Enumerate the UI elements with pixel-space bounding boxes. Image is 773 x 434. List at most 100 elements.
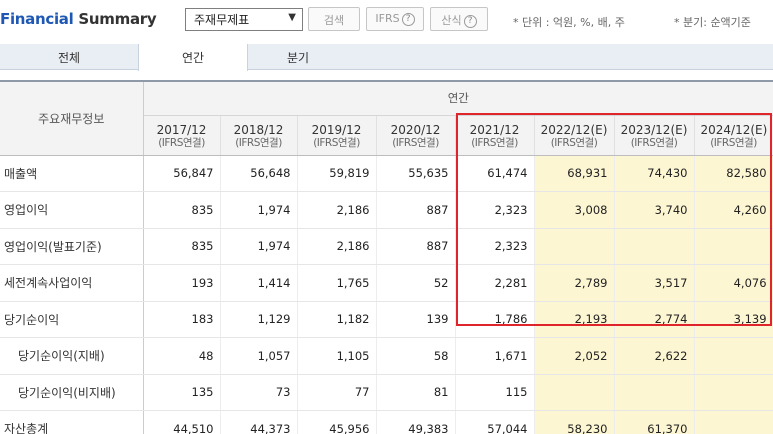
tab-all[interactable]: 전체: [0, 44, 138, 70]
column-basis: (IFRS연결): [158, 137, 205, 149]
row-label[interactable]: 매출액: [0, 155, 144, 192]
quarter-basis-note: * 분기: 순액기준: [674, 16, 751, 29]
column-year: 2023/12(E): [620, 123, 688, 137]
table-cell: [694, 337, 773, 375]
table-cell: [534, 374, 615, 411]
table-cell: 1,414: [220, 264, 298, 302]
table-row: 매출액 56,847 56,648 59,819 55,635 61,474 68,931 7…: [0, 155, 773, 192]
ifrs-help-button[interactable]: IFRS?: [366, 7, 424, 31]
table-cell: 1,765: [297, 264, 377, 302]
top-bar: Financial Summary 주재무제표 ▼ 검색 IFRS? 산식? *…: [0, 0, 773, 40]
table-cell: 68,931: [534, 155, 615, 192]
report-type-select[interactable]: 주재무제표 ▼: [185, 8, 303, 31]
financial-summary-table: 주요재무정보 연간 2017/12 (IFRS연결) 2018/12 (IFRS연결)…: [0, 80, 773, 434]
column-basis: (IFRS연결): [235, 137, 282, 149]
table-cell: 1,974: [220, 191, 298, 229]
table-cell: 52: [376, 264, 456, 302]
table-cell: 3,139: [694, 300, 773, 338]
row-label: 당기순이익(지배): [0, 337, 144, 375]
table-row: 영업이익 835 1,974 2,186 887 2,323 3,008 3,740 4,260: [0, 191, 773, 229]
search-button[interactable]: 검색: [308, 7, 360, 31]
table-cell: 44,510: [143, 410, 221, 434]
table-cell: 1,105: [297, 337, 377, 375]
table-cell: [534, 228, 615, 265]
table-cell: 115: [455, 374, 535, 411]
table-cell: [694, 228, 773, 265]
table-cell: 61,370: [614, 410, 695, 434]
tab-quarter[interactable]: 분기: [248, 44, 348, 70]
table-cell: 2,323: [455, 191, 535, 229]
column-year: 2024/12(E): [700, 123, 768, 137]
table-cell: 139: [376, 300, 456, 338]
row-label[interactable]: 자산총계: [0, 410, 144, 434]
table-cell: 58: [376, 337, 456, 375]
table-cell: 73: [220, 374, 298, 411]
column-year: 2021/12: [469, 123, 520, 137]
table-cell: 58,230: [534, 410, 615, 434]
table-cell: 81: [376, 374, 456, 411]
table-cell: 49,383: [376, 410, 456, 434]
report-type-value: 주재무제표: [194, 13, 250, 27]
column-year: 2020/12: [390, 123, 441, 137]
table-cell: 1,182: [297, 300, 377, 338]
table-cell: 48: [143, 337, 221, 375]
column-header: 2019/12 (IFRS연결): [297, 115, 377, 156]
column-year: 2019/12: [311, 123, 362, 137]
table-cell: 2,323: [455, 228, 535, 265]
title-rest: Summary: [78, 10, 157, 28]
column-header: 2021/12 (IFRS연결): [455, 115, 535, 156]
table-cell: 2,281: [455, 264, 535, 302]
column-basis: (IFRS연결): [313, 137, 360, 149]
table-cell: 2,052: [534, 337, 615, 375]
table-cell: 4,260: [694, 191, 773, 229]
search-button-label: 검색: [323, 14, 345, 27]
column-header: 2023/12(E) (IFRS연결): [614, 115, 695, 156]
column-header: 2022/12(E) (IFRS연결): [534, 115, 615, 156]
table-cell: 55,635: [376, 155, 456, 192]
column-header: 2024/12(E) (IFRS연결): [694, 115, 773, 156]
tab-annual[interactable]: 연간: [138, 44, 248, 71]
table-row: 세전계속사업이익 193 1,414 1,765 52 2,281 2,789 3,517 4,…: [0, 264, 773, 302]
table-cell: 1,129: [220, 300, 298, 338]
table-cell: 4,076: [694, 264, 773, 302]
period-tabs: 전체 연간 분기: [0, 44, 773, 71]
column-header: 2018/12 (IFRS연결): [220, 115, 298, 156]
column-year: 2018/12: [233, 123, 284, 137]
table-cell: 44,373: [220, 410, 298, 434]
column-header: 2020/12 (IFRS연결): [376, 115, 456, 156]
table-cell: 56,847: [143, 155, 221, 192]
table-cell: 61,474: [455, 155, 535, 192]
table-cell: [614, 374, 695, 411]
row-label[interactable]: 세전계속사업이익: [0, 264, 144, 302]
column-basis: (IFRS연결): [471, 137, 518, 149]
table-cell: 1,057: [220, 337, 298, 375]
help-icon: ?: [463, 15, 477, 28]
table-cell: 835: [143, 228, 221, 265]
table-cell: 135: [143, 374, 221, 411]
column-header: 2017/12 (IFRS연결): [143, 115, 221, 156]
table-cell: 59,819: [297, 155, 377, 192]
table-cell: 3,008: [534, 191, 615, 229]
annual-group-header: 연간: [143, 80, 773, 116]
unit-note: * 단위 : 억원, %, 배, 주: [513, 16, 625, 29]
formula-help-button[interactable]: 산식?: [430, 7, 488, 31]
table-cell: 56,648: [220, 155, 298, 192]
row-label[interactable]: 영업이익(발표기준): [0, 228, 144, 265]
table-cell: 3,740: [614, 191, 695, 229]
table-row: 당기순이익(지배) 48 1,057 1,105 58 1,671 2,052 2,622: [0, 337, 773, 375]
table-cell: 1,671: [455, 337, 535, 375]
row-label: 당기순이익(비지배): [0, 374, 144, 411]
column-year: 2022/12(E): [540, 123, 608, 137]
table-cell: [614, 228, 695, 265]
table-cell: 2,622: [614, 337, 695, 375]
table-cell: 2,193: [534, 300, 615, 338]
table-cell: 887: [376, 228, 456, 265]
table-cell: [694, 410, 773, 434]
table-cell: 77: [297, 374, 377, 411]
row-label[interactable]: 당기순이익: [0, 300, 144, 338]
table-cell: 2,186: [297, 228, 377, 265]
table-cell: 2,789: [534, 264, 615, 302]
row-label[interactable]: 영업이익: [0, 191, 144, 229]
table-cell: 183: [143, 300, 221, 338]
column-year: 2017/12: [156, 123, 207, 137]
